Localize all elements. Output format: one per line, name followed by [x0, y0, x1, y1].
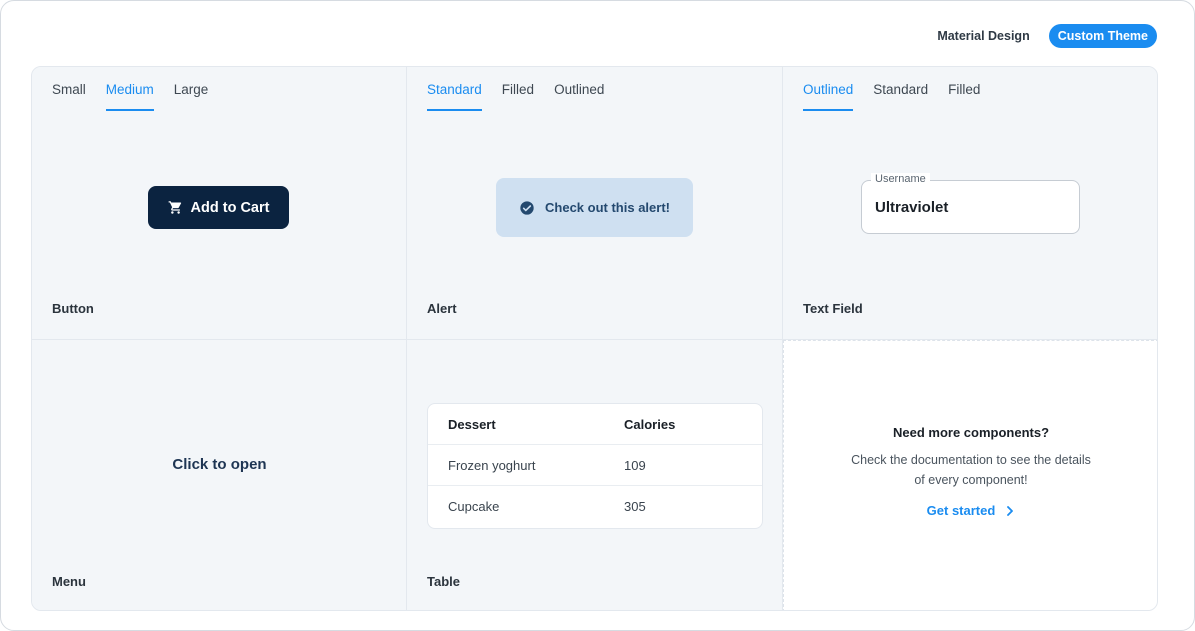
tab-standard[interactable]: Standard — [427, 82, 482, 111]
username-field[interactable]: Username Ultraviolet — [861, 173, 1080, 234]
table-cell-calories: 109 — [624, 457, 646, 473]
cta-description: Check the documentation to see the detai… — [851, 453, 1091, 487]
cell-label-table: Table — [427, 574, 460, 589]
dessert-table: Dessert Calories Frozen yoghurt 109 Cupc… — [427, 403, 763, 529]
cell-label-alert: Alert — [427, 301, 457, 316]
textfield-demo-cell: Outlined Standard Filled Username Ultrav… — [783, 67, 1157, 340]
get-started-link[interactable]: Get started — [927, 503, 1016, 518]
check-circle-icon — [520, 200, 534, 215]
theme-switch: Material Design Custom Theme — [928, 24, 1157, 48]
theme-option-material[interactable]: Material Design — [928, 24, 1038, 48]
cta-box: Need more components? Check the document… — [784, 425, 1157, 520]
alert-box: Check out this alert! — [496, 178, 693, 237]
add-to-cart-button[interactable]: Add to Cart — [148, 186, 289, 229]
column-header-dessert: Dessert — [448, 416, 496, 432]
table-cell-calories: 305 — [624, 499, 646, 514]
table-cell-dessert: Frozen yoghurt — [448, 457, 536, 473]
cell-label-textfield: Text Field — [803, 301, 863, 316]
tab-medium[interactable]: Medium — [105, 82, 154, 111]
table-row: Cupcake 305 — [428, 486, 762, 527]
theme-option-custom[interactable]: Custom Theme — [1048, 24, 1157, 48]
tab-large[interactable]: Large — [174, 82, 209, 111]
table-row: Frozen yoghurt 109 — [428, 445, 762, 486]
cell-label-menu: Menu — [52, 574, 86, 589]
chevron-right-icon — [1007, 505, 1014, 516]
tab-filled[interactable]: Filled — [502, 82, 534, 111]
tab-filled[interactable]: Filled — [948, 82, 980, 111]
alert-variant-tabs: Standard Filled Outlined — [427, 82, 624, 111]
shopping-cart-icon — [168, 201, 181, 214]
table-header-row: Dessert Calories — [428, 404, 762, 445]
tab-outlined[interactable]: Outlined — [554, 82, 604, 111]
column-header-calories: Calories — [624, 416, 676, 432]
username-field-label: Username — [871, 173, 930, 185]
textfield-variant-tabs: Outlined Standard Filled — [803, 82, 1000, 111]
more-components-cell: Need more components? Check the document… — [783, 340, 1157, 610]
app-frame: Material Design Custom Theme Small Mediu… — [0, 0, 1195, 631]
add-to-cart-label: Add to Cart — [190, 199, 270, 216]
cta-title: Need more components? — [892, 425, 1050, 440]
tab-small[interactable]: Small — [52, 82, 86, 111]
table-demo-cell: Dessert Calories Frozen yoghurt 109 Cupc… — [407, 340, 783, 610]
button-demo-cell: Small Medium Large Add to Cart Button — [32, 67, 407, 340]
component-grid: Small Medium Large Add to Cart Button St… — [31, 66, 1158, 611]
table-cell-dessert: Cupcake — [448, 499, 500, 514]
menu-open-button[interactable]: Click to open — [32, 456, 407, 473]
alert-demo-cell: Standard Filled Outlined Check out this … — [407, 67, 783, 340]
tab-outlined[interactable]: Outlined — [803, 82, 854, 111]
cell-label-button: Button — [52, 301, 94, 316]
username-field-value: Ultraviolet — [875, 199, 949, 216]
button-size-tabs: Small Medium Large — [52, 82, 228, 111]
get-started-label: Get started — [926, 503, 996, 518]
alert-message: Check out this alert! — [545, 200, 670, 215]
menu-demo-cell: Click to open Menu — [32, 340, 407, 610]
tab-standard[interactable]: Standard — [873, 82, 928, 111]
